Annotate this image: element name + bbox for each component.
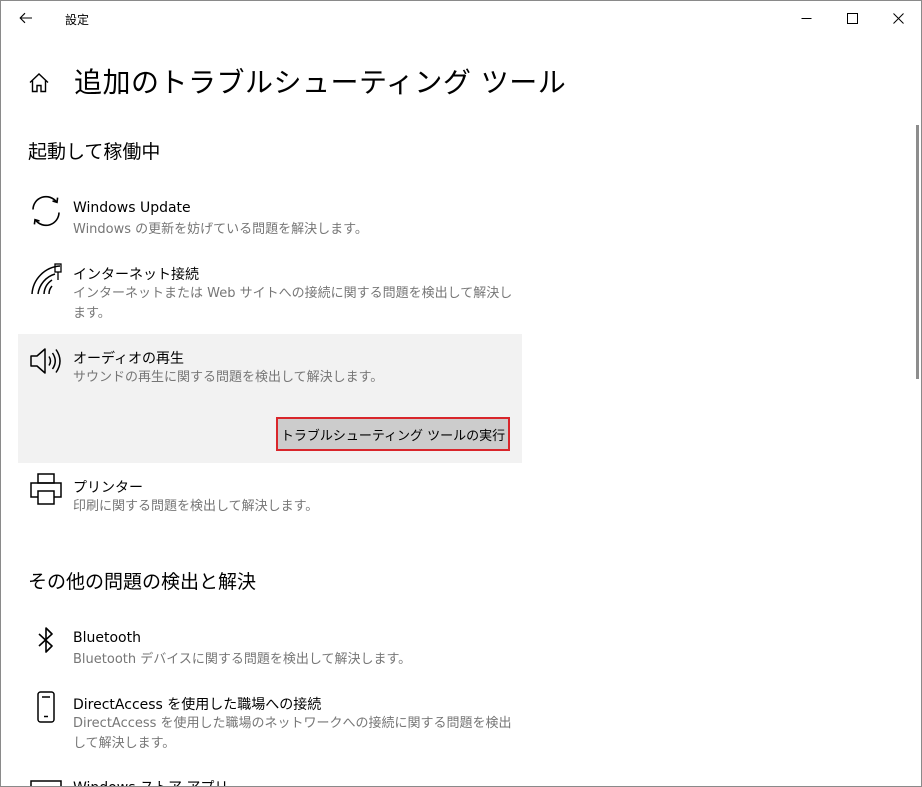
troubleshooter-directaccess[interactable]: DirectAccess を使用した職場への接続 DirectAccess を使… (18, 686, 522, 758)
scrollbar-thumb[interactable] (916, 125, 919, 379)
troubleshooter-internet-connection[interactable]: インターネット接続 インターネットまたは Web サイトへの接続に関する問題を検… (18, 256, 522, 328)
home-icon (29, 73, 49, 93)
troubleshooter-description: Windows の更新を妨げている問題を解決します。 (73, 222, 368, 237)
section-heading-other: その他の問題の検出と解決 (28, 571, 257, 593)
store-icon (28, 775, 64, 786)
back-arrow-icon (19, 12, 32, 24)
home-button[interactable] (27, 71, 51, 95)
window-title: 設定 (65, 13, 90, 27)
settings-window: 設定 追加のトラブルシューティング ツール 起動して稼働中 Windows Up… (0, 0, 922, 787)
troubleshooter-audio-playback[interactable]: オーディオの再生 サウンドの再生に関する問題を検出して解決します。 トラブルシュ… (18, 334, 522, 463)
troubleshooter-printer[interactable]: プリンター 印刷に関する問題を検出して解決します。 (18, 469, 522, 521)
troubleshooter-description: インターネットまたは Web サイトへの接続に関する問題を検出して解決します。 (73, 286, 513, 321)
troubleshooter-description: サウンドの再生に関する問題を検出して解決します。 (73, 370, 384, 385)
troubleshooter-description: Bluetooth デバイスに関する問題を検出して解決します。 (73, 652, 412, 667)
bluetooth-icon (28, 623, 64, 659)
run-troubleshooter-button[interactable]: トラブルシューティング ツールの実行 (276, 417, 510, 451)
minimize-icon (801, 17, 811, 19)
phone-icon (28, 688, 64, 724)
troubleshooter-title: インターネット接続 (73, 267, 199, 283)
troubleshooter-windows-store-apps[interactable]: Windows ストア アプリ (18, 769, 522, 786)
sync-icon (28, 193, 64, 229)
troubleshooter-title: オーディオの再生 (73, 351, 185, 367)
maximize-button[interactable] (829, 1, 875, 35)
troubleshooter-description: DirectAccess を使用した職場のネットワークへの接続に関する問題を検出… (73, 716, 512, 751)
close-icon (892, 12, 904, 24)
troubleshooter-title: プリンター (73, 480, 143, 496)
troubleshooter-windows-update[interactable]: Windows Update Windows の更新を妨げている問題を解決します… (18, 191, 522, 243)
troubleshooter-title: DirectAccess を使用した職場への接続 (73, 697, 322, 713)
maximize-icon (846, 12, 858, 24)
back-button[interactable] (13, 7, 39, 29)
troubleshooter-description: 印刷に関する問題を検出して解決します。 (73, 499, 319, 514)
minimize-button[interactable] (783, 1, 829, 35)
troubleshooter-title: Windows ストア アプリ (73, 777, 228, 786)
printer-icon (28, 471, 64, 507)
close-button[interactable] (875, 1, 921, 35)
troubleshooter-bluetooth[interactable]: Bluetooth Bluetooth デバイスに関する問題を検出して解決します… (18, 622, 522, 674)
wifi-icon (28, 260, 64, 296)
troubleshooter-title: Bluetooth (73, 630, 141, 646)
page-title: 追加のトラブルシューティング ツール (74, 66, 567, 99)
section-heading-running: 起動して稼働中 (28, 141, 161, 163)
troubleshooter-title: Windows Update (73, 200, 191, 216)
speaker-icon (28, 343, 64, 379)
title-bar: 設定 (1, 1, 921, 35)
